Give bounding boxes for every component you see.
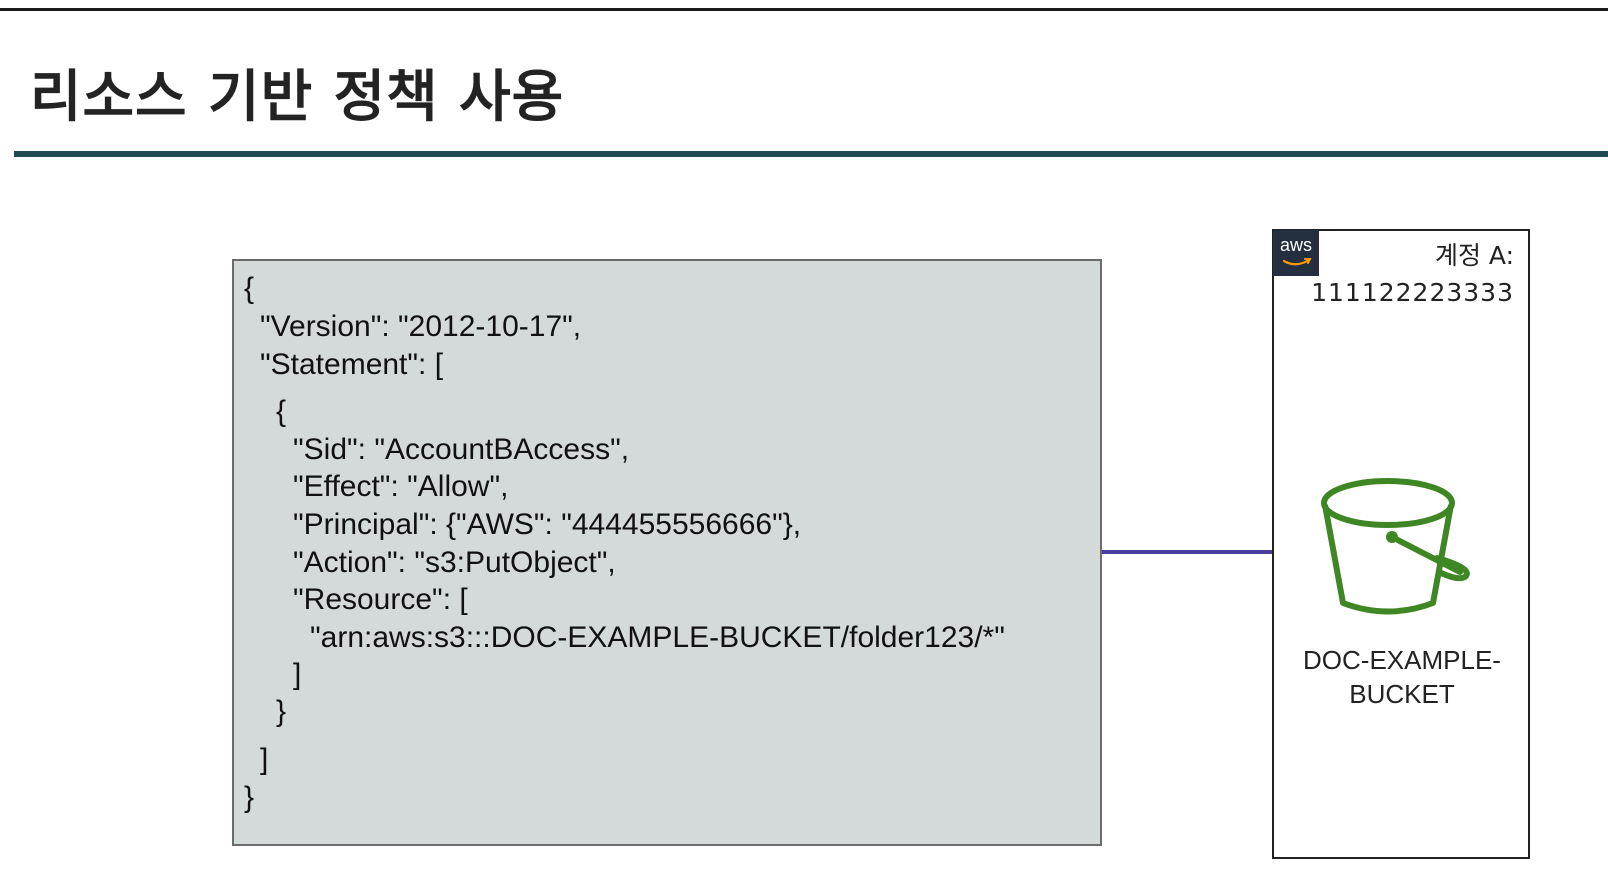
bucket-name: DOC-EXAMPLE- BUCKET <box>1284 643 1520 711</box>
account-id: 111122223333 <box>1311 278 1514 307</box>
account-label: 계정 A: <box>1434 241 1514 270</box>
aws-logo-icon: aws <box>1273 230 1319 276</box>
s3-bucket-icon <box>1321 478 1470 615</box>
bucket-name-line2: BUCKET <box>1349 679 1455 709</box>
bucket-name-line1: DOC-EXAMPLE- <box>1303 645 1501 675</box>
